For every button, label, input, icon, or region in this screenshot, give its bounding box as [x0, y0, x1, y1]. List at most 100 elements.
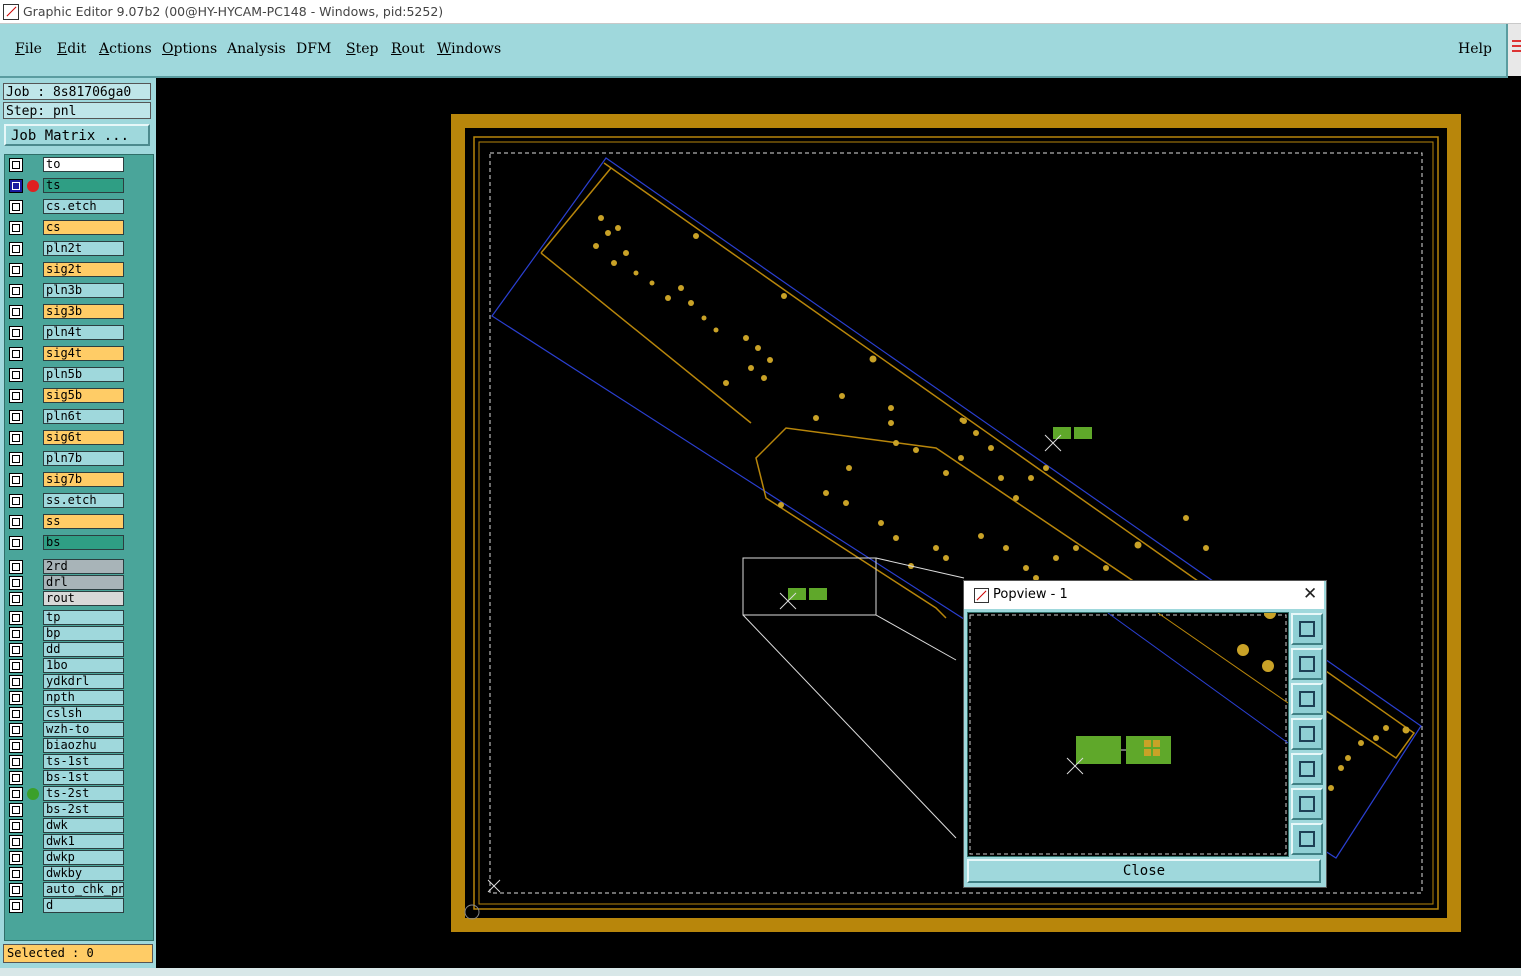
layer-name[interactable]: ss.etch: [43, 493, 124, 508]
pan-up-icon[interactable]: [1291, 648, 1323, 680]
layer-checkbox[interactable]: [9, 771, 23, 785]
layer-name[interactable]: rout: [43, 591, 124, 606]
menu-windows[interactable]: Windows: [437, 41, 501, 57]
layer-checkbox[interactable]: [9, 659, 23, 673]
layer-row-tp[interactable]: tp: [5, 610, 153, 626]
layer-row-bs[interactable]: bs: [5, 535, 153, 551]
popview-close-button[interactable]: Close: [967, 859, 1321, 883]
layer-row-2rd[interactable]: 2rd: [5, 559, 153, 575]
layer-name[interactable]: d: [43, 898, 124, 913]
zoom-in-icon[interactable]: [1291, 788, 1323, 820]
layer-checkbox[interactable]: [9, 326, 23, 340]
zoom-out-icon[interactable]: [1291, 823, 1323, 855]
layer-checkbox[interactable]: [9, 452, 23, 466]
layer-row-pln2t[interactable]: pln2t: [5, 241, 153, 257]
close-icon[interactable]: ✕: [1303, 584, 1317, 604]
layer-name[interactable]: npth: [43, 690, 124, 705]
menu-analysis[interactable]: Analysis: [227, 41, 286, 57]
layer-name[interactable]: dwkby: [43, 866, 124, 881]
layer-row-sig3b[interactable]: sig3b: [5, 304, 153, 320]
layer-row-to[interactable]: to: [5, 157, 153, 173]
layer-name[interactable]: sig3b: [43, 304, 124, 319]
pan-right-icon[interactable]: [1291, 753, 1323, 785]
layer-checkbox[interactable]: [9, 707, 23, 721]
menu-edit[interactable]: Edit: [57, 41, 86, 57]
layer-row-auto_chk_pnl[interactable]: auto_chk_pnl: [5, 882, 153, 898]
layer-row-bs-2st[interactable]: bs-2st: [5, 802, 153, 818]
layer-name[interactable]: sig6t: [43, 430, 124, 445]
popview-canvas[interactable]: [967, 612, 1289, 857]
layer-checkbox[interactable]: [9, 627, 23, 641]
layer-name[interactable]: bs-1st: [43, 770, 124, 785]
layer-name[interactable]: pln7b: [43, 451, 124, 466]
layer-checkbox[interactable]: [9, 179, 23, 193]
zoom-fit-icon[interactable]: [1291, 613, 1323, 645]
job-matrix-button[interactable]: Job Matrix ...: [4, 124, 150, 146]
layer-row-pln4t[interactable]: pln4t: [5, 325, 153, 341]
layer-name[interactable]: sig4t: [43, 346, 124, 361]
layer-name[interactable]: dd: [43, 642, 124, 657]
layer-checkbox[interactable]: [9, 819, 23, 833]
layer-checkbox[interactable]: [9, 723, 23, 737]
layer-row-pln5b[interactable]: pln5b: [5, 367, 153, 383]
layer-row-cslsh[interactable]: cslsh: [5, 706, 153, 722]
layer-name[interactable]: cs.etch: [43, 199, 124, 214]
layer-checkbox[interactable]: [9, 158, 23, 172]
layer-checkbox[interactable]: [9, 787, 23, 801]
layer-checkbox[interactable]: [9, 431, 23, 445]
menu-dfm[interactable]: DFM: [296, 41, 331, 57]
layer-row-sig2t[interactable]: sig2t: [5, 262, 153, 278]
layer-name[interactable]: auto_chk_pnl: [43, 882, 124, 897]
layer-row-sig7b[interactable]: sig7b: [5, 472, 153, 488]
layer-row-sig6t[interactable]: sig6t: [5, 430, 153, 446]
layer-checkbox[interactable]: [9, 691, 23, 705]
layer-checkbox[interactable]: [9, 643, 23, 657]
layer-row-cs[interactable]: cs: [5, 220, 153, 236]
layer-row-dd[interactable]: dd: [5, 642, 153, 658]
menu-file[interactable]: File: [15, 41, 42, 57]
popview-title-bar[interactable]: Popview - 1 ✕: [964, 581, 1324, 609]
menu-rout[interactable]: Rout: [391, 41, 425, 57]
layer-row-npth[interactable]: npth: [5, 690, 153, 706]
layer-row-cs.etch[interactable]: cs.etch: [5, 199, 153, 215]
layer-checkbox[interactable]: [9, 883, 23, 897]
layer-row-pln3b[interactable]: pln3b: [5, 283, 153, 299]
layer-checkbox[interactable]: [9, 611, 23, 625]
layer-checkbox[interactable]: [9, 284, 23, 298]
layer-row-dwk1[interactable]: dwk1: [5, 834, 153, 850]
layer-checkbox[interactable]: [9, 368, 23, 382]
layer-checkbox[interactable]: [9, 242, 23, 256]
layer-row-biaozhu[interactable]: biaozhu: [5, 738, 153, 754]
layer-name[interactable]: biaozhu: [43, 738, 124, 753]
layer-row-pln6t[interactable]: pln6t: [5, 409, 153, 425]
layer-checkbox[interactable]: [9, 221, 23, 235]
layer-checkbox[interactable]: [9, 803, 23, 817]
layer-row-1bo[interactable]: 1bo: [5, 658, 153, 674]
layer-checkbox[interactable]: [9, 263, 23, 277]
layer-name[interactable]: sig5b: [43, 388, 124, 403]
layer-name[interactable]: bp: [43, 626, 124, 641]
layer-checkbox[interactable]: [9, 536, 23, 550]
pan-down-icon[interactable]: [1291, 683, 1323, 715]
layer-row-bp[interactable]: bp: [5, 626, 153, 642]
layer-name[interactable]: ts-1st: [43, 754, 124, 769]
layer-row-rout[interactable]: rout: [5, 591, 153, 607]
layer-name[interactable]: ydkdrl: [43, 674, 124, 689]
layer-name[interactable]: dwkp: [43, 850, 124, 865]
layer-name[interactable]: dwk: [43, 818, 124, 833]
layer-row-sig4t[interactable]: sig4t: [5, 346, 153, 362]
layer-row-ss[interactable]: ss: [5, 514, 153, 530]
layer-checkbox[interactable]: [9, 739, 23, 753]
layer-name[interactable]: bs: [43, 535, 124, 550]
layer-row-dwkp[interactable]: dwkp: [5, 850, 153, 866]
layer-name[interactable]: to: [43, 157, 124, 172]
layer-checkbox[interactable]: [9, 494, 23, 508]
layer-row-drl[interactable]: drl: [5, 575, 153, 591]
layer-checkbox[interactable]: [9, 410, 23, 424]
layer-checkbox[interactable]: [9, 755, 23, 769]
layer-row-ts-1st[interactable]: ts-1st: [5, 754, 153, 770]
layer-checkbox[interactable]: [9, 576, 23, 590]
layer-name[interactable]: pln6t: [43, 409, 124, 424]
pan-left-icon[interactable]: [1291, 718, 1323, 750]
layer-name[interactable]: drl: [43, 575, 124, 590]
